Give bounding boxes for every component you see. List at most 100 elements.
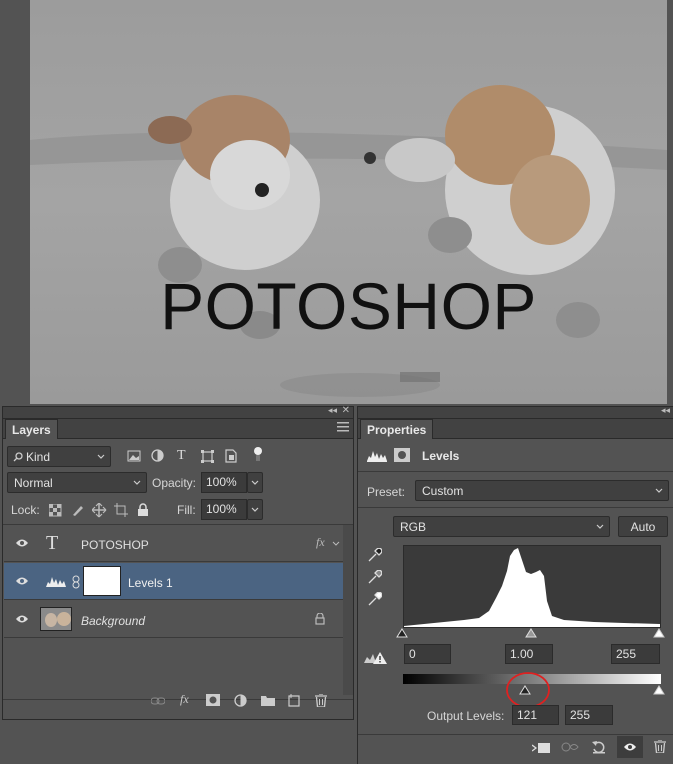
opacity-value: 100% [206, 475, 237, 489]
input-gamma-field[interactable]: 1.00 [505, 644, 553, 664]
fx-effects-icon[interactable]: fx [316, 535, 325, 550]
divider [3, 699, 353, 700]
lock-artboard-icon[interactable] [114, 503, 130, 519]
input-gamma-value: 1.00 [510, 647, 534, 661]
fill-field[interactable]: 100% [201, 499, 247, 520]
collapse-icon[interactable]: ◂◂ [328, 405, 337, 416]
blend-mode-dropdown[interactable]: Normal [7, 472, 147, 493]
divider [358, 471, 673, 472]
trash-icon[interactable] [315, 694, 327, 707]
output-black-value: 121 [517, 708, 538, 722]
fill-value: 100% [206, 502, 237, 516]
reset-icon[interactable] [592, 740, 606, 754]
shape-filter-icon[interactable] [201, 450, 217, 466]
layer-style-fx-icon[interactable]: fx [180, 692, 189, 707]
smart-object-filter-icon[interactable] [225, 449, 241, 465]
visibility-eye-icon[interactable] [15, 576, 29, 586]
pixel-filter-icon[interactable] [127, 450, 143, 466]
output-white-slider-handle [653, 685, 665, 695]
input-black-slider-handle [396, 628, 408, 638]
layers-panel-header: ◂◂ ✕ [3, 405, 353, 419]
mask-icon[interactable] [394, 448, 410, 462]
input-black-value: 0 [409, 647, 416, 661]
chevron-down-icon [596, 524, 604, 529]
input-white-field[interactable]: 255 [611, 644, 660, 664]
output-levels-label: Output Levels: [427, 709, 505, 723]
properties-title: Levels [422, 449, 460, 463]
input-levels-slider[interactable] [396, 627, 668, 641]
kind-filter-dropdown[interactable]: Kind [7, 446, 111, 467]
visibility-eye-icon [624, 743, 636, 751]
properties-tabbar: Properties [358, 419, 673, 439]
tab-layers[interactable]: Layers [5, 419, 58, 439]
fill-dropdown-button[interactable] [247, 499, 263, 520]
close-icon[interactable]: ✕ [342, 405, 350, 416]
link-layers-icon[interactable] [151, 697, 165, 705]
panel-menu-icon[interactable] [337, 422, 349, 432]
lock-icon[interactable] [315, 613, 325, 625]
document-canvas[interactable]: POTOSHOP [30, 0, 667, 404]
chevron-down-icon [251, 507, 259, 512]
properties-panel: ◂◂ Properties Levels Preset: Custom RGB … [357, 405, 673, 764]
layers-scrollbar[interactable] [343, 525, 353, 695]
preset-label: Preset: [367, 485, 406, 499]
output-black-field[interactable]: 121 [512, 705, 559, 725]
layer-row-background[interactable]: Background [4, 601, 343, 638]
preset-value: Custom [422, 484, 464, 498]
lock-label: Lock: [11, 503, 40, 517]
chevron-down-icon [97, 454, 105, 459]
lock-all-icon[interactable] [137, 503, 153, 519]
auto-button[interactable]: Auto [618, 516, 668, 537]
clip-to-layer-icon[interactable] [532, 741, 550, 755]
output-white-field[interactable]: 255 [565, 705, 613, 725]
new-layer-icon[interactable] [288, 694, 300, 707]
layer-row-text[interactable]: T POTOSHOP fx [4, 525, 343, 562]
black-point-eyedropper-icon[interactable] [368, 548, 382, 562]
adjustment-filter-icon[interactable] [151, 449, 167, 465]
layer-mask-thumbnail[interactable] [83, 566, 121, 596]
channel-dropdown[interactable]: RGB [393, 516, 610, 537]
visibility-eye-icon[interactable] [15, 538, 29, 548]
layer-name[interactable]: Background [81, 614, 145, 628]
gray-point-eyedropper-icon[interactable] [368, 570, 382, 584]
chevron-down-icon [655, 488, 663, 493]
blend-mode-value: Normal [14, 476, 53, 490]
lock-image-pixels-icon[interactable] [71, 503, 87, 519]
output-white-value: 255 [570, 708, 591, 722]
visibility-eye-icon[interactable] [15, 614, 29, 624]
trash-icon[interactable] [654, 740, 666, 753]
clipping-warning-icon[interactable] [364, 651, 388, 665]
new-adjustment-layer-icon[interactable] [234, 694, 247, 707]
divider [358, 507, 673, 508]
input-gamma-slider-handle [525, 628, 537, 638]
opacity-field[interactable]: 100% [201, 472, 247, 493]
lock-transparent-pixels-icon[interactable] [49, 504, 65, 520]
channel-value: RGB [400, 520, 427, 534]
type-filter-icon[interactable]: T [177, 448, 186, 464]
chevron-down-icon[interactable] [332, 541, 340, 547]
search-icon [13, 452, 23, 462]
opacity-dropdown-button[interactable] [247, 472, 263, 493]
divider [358, 734, 673, 735]
layers-panel: ◂◂ ✕ Layers Kind T Normal Opacity: 100% … [2, 405, 354, 720]
input-black-field[interactable]: 0 [404, 644, 451, 664]
text-layer-thumbnail: T [46, 532, 59, 554]
filter-toggle-icon[interactable] [253, 445, 269, 461]
view-previous-state-icon[interactable] [560, 741, 580, 753]
link-icon[interactable] [72, 575, 80, 589]
preset-dropdown[interactable]: Custom [415, 480, 669, 501]
add-mask-icon[interactable] [206, 694, 220, 706]
layers-list: T POTOSHOP fx Levels 1 Background [3, 525, 353, 695]
input-white-slider-handle [653, 628, 665, 638]
collapse-icon[interactable]: ◂◂ [661, 405, 670, 416]
white-point-eyedropper-icon[interactable] [368, 592, 382, 606]
lock-position-icon[interactable] [92, 503, 108, 519]
toggle-visibility-button[interactable] [617, 736, 643, 758]
new-group-folder-icon[interactable] [261, 695, 275, 706]
layer-name[interactable]: Levels 1 [128, 576, 173, 590]
levels-adjustment-icon[interactable] [367, 448, 387, 462]
highlight-circle-annotation [506, 672, 550, 708]
layer-name[interactable]: POTOSHOP [81, 538, 149, 552]
layer-row-levels[interactable]: Levels 1 [4, 563, 343, 600]
tab-properties[interactable]: Properties [360, 419, 434, 439]
